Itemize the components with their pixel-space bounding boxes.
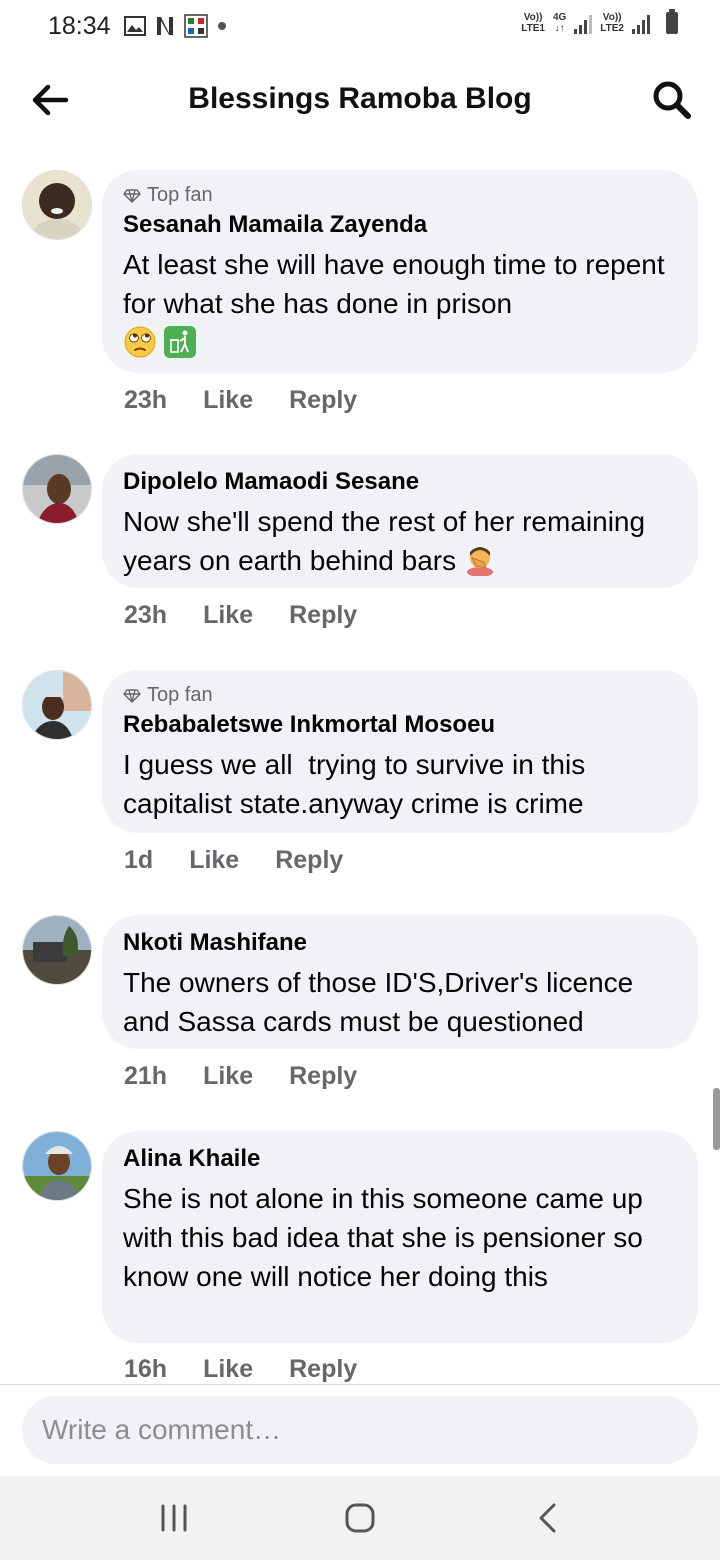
comment-bubble: Top fan Sesanah Mamaila Zayenda At least… (102, 170, 698, 373)
like-button[interactable]: Like (203, 601, 253, 630)
comment-timestamp[interactable]: 23h (124, 386, 167, 415)
reply-button[interactable]: Reply (289, 1062, 357, 1091)
app-header: Blessings Ramoba Blog (0, 62, 720, 136)
recent-apps-button[interactable] (154, 1498, 194, 1538)
comment-author[interactable]: Sesanah Mamaila Zayenda (123, 211, 676, 239)
comment-text: I guess we all trying to survive in this… (123, 749, 593, 819)
comment-timestamp[interactable]: 21h (124, 1062, 167, 1091)
comment-actions: 1d Like Reply (124, 846, 343, 875)
avatar[interactable] (22, 1131, 92, 1201)
home-button[interactable] (340, 1498, 380, 1538)
status-right-icons: Vo)) LTE1 4G ↓↑ Vo)) LTE2 (521, 9, 678, 34)
system-nav-bar (0, 1476, 720, 1560)
comment-actions: 23h Like Reply (124, 386, 357, 415)
top-fan-badge: Top fan (123, 684, 676, 707)
search-icon (653, 81, 691, 119)
comment-author[interactable]: Nkoti Mashifane (123, 929, 676, 957)
comment-composer (0, 1384, 720, 1477)
comment-input[interactable] (22, 1396, 698, 1464)
facepalm-emoji (466, 547, 493, 577)
comment-text: She is not alone in this someone came up… (123, 1183, 643, 1292)
nav-back-button[interactable] (528, 1498, 568, 1538)
comment-text: Now she'll spend the rest of her remaini… (123, 506, 646, 577)
diamond-icon (123, 188, 141, 203)
reply-button[interactable]: Reply (275, 846, 343, 875)
sim1-indicator: Vo)) LTE1 (521, 12, 545, 34)
data-indicator: 4G ↓↑ (552, 12, 567, 34)
comment-bubble: Nkoti Mashifane The owners of those ID'S… (102, 915, 698, 1049)
comment-author[interactable]: Dipolelo Mamaodi Sesane (123, 468, 676, 496)
eye-roll-emoji (124, 326, 156, 358)
home-icon (345, 1503, 375, 1533)
page-title: Blessings Ramoba Blog (188, 82, 532, 115)
avatar[interactable] (22, 170, 92, 240)
comment-list: Top fan Sesanah Mamaila Zayenda At least… (0, 152, 720, 1384)
like-button[interactable]: Like (203, 386, 253, 415)
comment-timestamp[interactable]: 23h (124, 601, 167, 630)
status-time: 18:34 (48, 12, 111, 40)
status-left-icons (124, 14, 228, 38)
comment-text: At least she will have enough time to re… (123, 249, 665, 319)
trash-can-emoji (164, 326, 196, 358)
like-button[interactable]: Like (203, 1355, 253, 1384)
emoji-row (123, 325, 676, 359)
comment-actions: 23h Like Reply (124, 601, 357, 630)
avatar[interactable] (22, 454, 92, 524)
comment-author[interactable]: Alina Khaile (123, 1145, 676, 1173)
top-fan-badge: Top fan (123, 184, 676, 207)
comment-bubble: Alina Khaile She is not alone in this so… (102, 1131, 698, 1343)
dot-icon (218, 22, 226, 30)
avatar[interactable] (22, 670, 92, 740)
comment-timestamp[interactable]: 1d (124, 846, 153, 875)
status-bar: 18:34 Vo)) LTE1 4G ↓↑ Vo)) LTE2 (0, 0, 720, 54)
signal-icon-1 (574, 12, 593, 34)
comment-bubble: Top fan Rebabaletswe Inkmortal Mosoeu I … (102, 670, 698, 833)
comment-actions: 21h Like Reply (124, 1062, 357, 1091)
comment-text: The owners of those ID'S,Driver's licenc… (123, 967, 634, 1037)
diamond-icon (123, 688, 141, 703)
gallery-icon (124, 16, 146, 36)
recent-apps-icon (161, 1504, 187, 1532)
netflix-icon (157, 17, 173, 35)
comment-actions: 16h Like Reply (124, 1355, 357, 1384)
signal-icon-2 (632, 12, 650, 34)
comment-timestamp[interactable]: 16h (124, 1355, 167, 1384)
battery-icon (666, 9, 678, 34)
search-button[interactable] (648, 76, 696, 124)
comment-bubble: Dipolelo Mamaodi Sesane Now she'll spend… (102, 454, 698, 588)
like-button[interactable]: Like (203, 1062, 253, 1091)
app-grid-icon (184, 14, 208, 38)
scrollbar-thumb[interactable] (713, 1088, 720, 1150)
avatar[interactable] (22, 915, 92, 985)
reply-button[interactable]: Reply (289, 1355, 357, 1384)
reply-button[interactable]: Reply (289, 601, 357, 630)
like-button[interactable]: Like (189, 846, 239, 875)
reply-button[interactable]: Reply (289, 386, 357, 415)
sim2-indicator: Vo)) LTE2 (600, 12, 624, 34)
back-icon (539, 1503, 556, 1533)
comment-author[interactable]: Rebabaletswe Inkmortal Mosoeu (123, 711, 676, 739)
